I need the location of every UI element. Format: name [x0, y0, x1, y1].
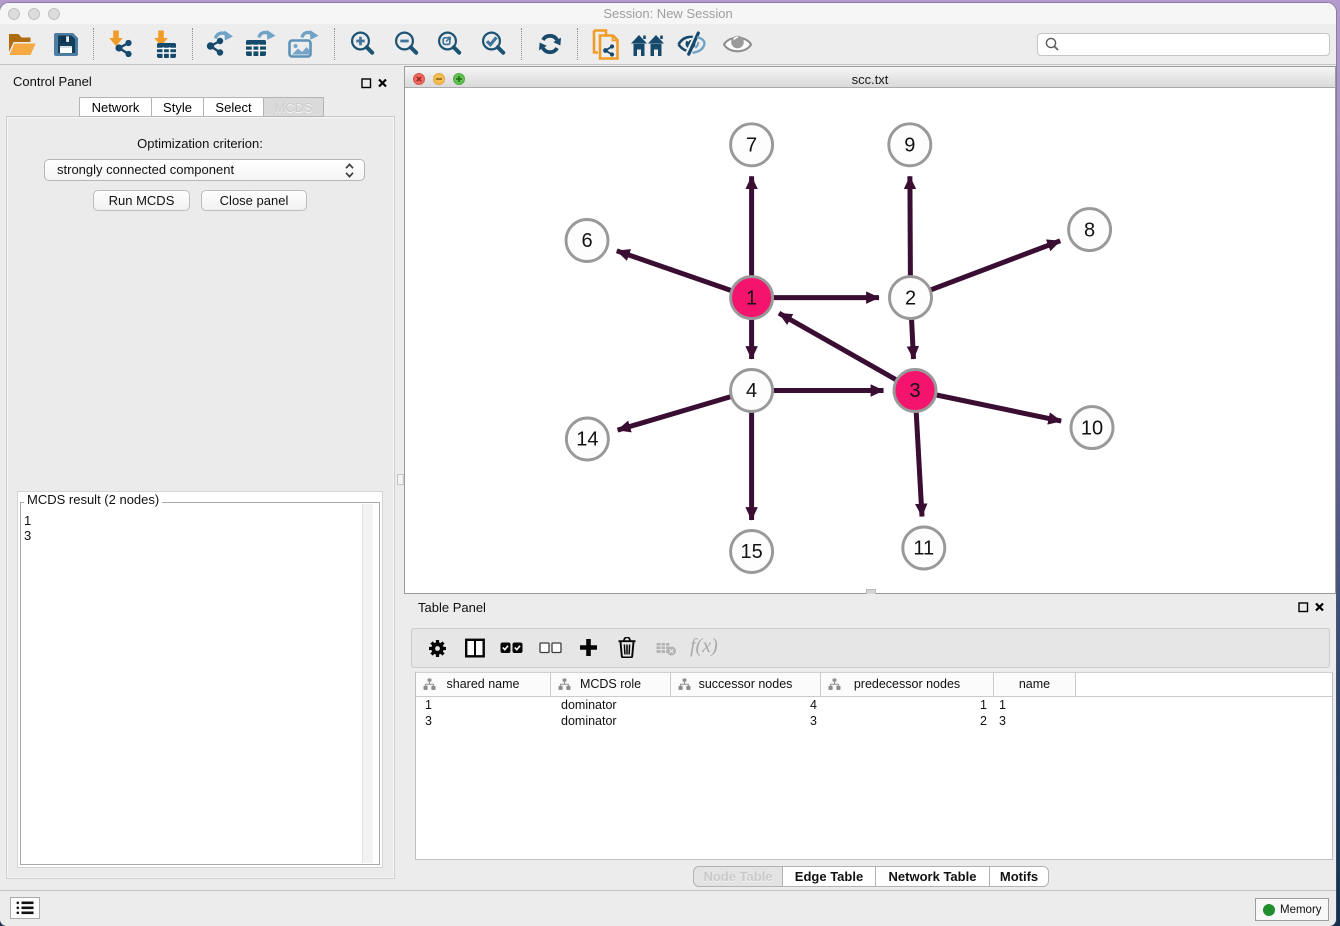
svg-text:8: 8 — [1084, 219, 1095, 241]
svg-text:14: 14 — [576, 429, 598, 451]
svg-text:4: 4 — [746, 380, 757, 402]
svg-text:2: 2 — [905, 287, 916, 309]
svg-text:3: 3 — [909, 380, 920, 402]
svg-text:6: 6 — [581, 230, 592, 252]
svg-text:10: 10 — [1081, 417, 1103, 439]
svg-text:1: 1 — [746, 287, 757, 309]
svg-text:9: 9 — [904, 135, 915, 157]
svg-text:7: 7 — [746, 135, 757, 157]
svg-text:15: 15 — [740, 541, 762, 563]
svg-text:11: 11 — [913, 538, 934, 560]
